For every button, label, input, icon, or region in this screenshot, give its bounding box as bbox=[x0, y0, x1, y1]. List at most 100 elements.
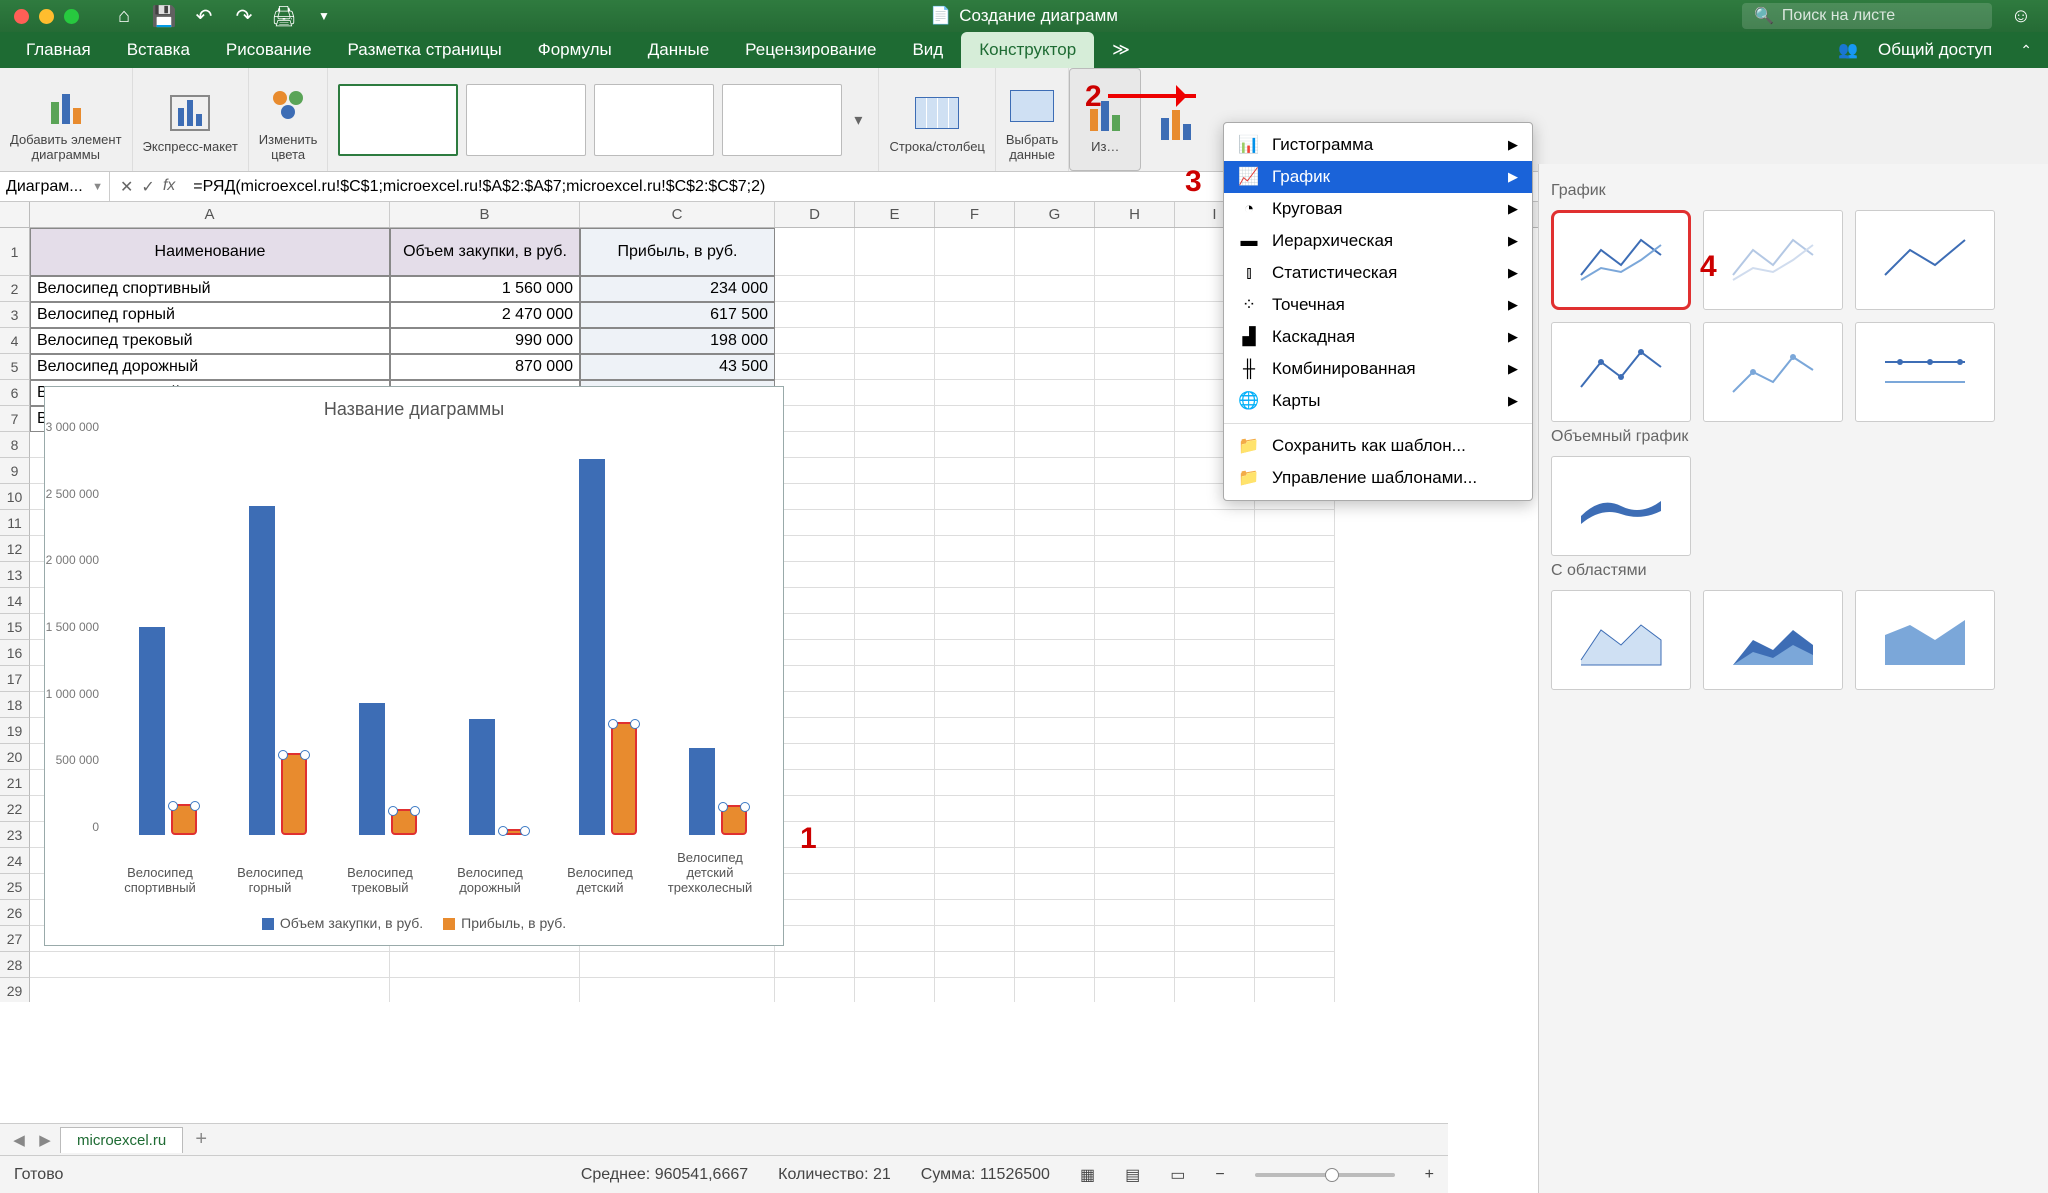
cell[interactable] bbox=[1095, 302, 1175, 328]
chart-subtype-thumb[interactable] bbox=[1855, 210, 1995, 310]
zoom-out-icon[interactable]: − bbox=[1215, 1166, 1224, 1184]
chart-legend[interactable]: Объем закупки, в руб. Прибыль, в руб. bbox=[45, 915, 783, 931]
cell[interactable] bbox=[1015, 458, 1095, 484]
cell[interactable] bbox=[855, 536, 935, 562]
cell[interactable] bbox=[1255, 718, 1335, 744]
tab-insert[interactable]: Вставка bbox=[109, 32, 208, 68]
col-header-d[interactable]: D bbox=[775, 202, 855, 227]
user-icon[interactable]: ☺ bbox=[2010, 5, 2032, 27]
tab-formulas[interactable]: Формулы bbox=[520, 32, 630, 68]
cell[interactable] bbox=[855, 666, 935, 692]
cell[interactable] bbox=[935, 406, 1015, 432]
cell[interactable] bbox=[1015, 874, 1095, 900]
cell[interactable] bbox=[935, 562, 1015, 588]
gallery-more-icon[interactable]: ▾ bbox=[848, 110, 868, 130]
row-header[interactable]: 17 bbox=[0, 666, 30, 692]
cell[interactable] bbox=[935, 354, 1015, 380]
cell[interactable]: Велосипед дорожный bbox=[30, 354, 390, 380]
cell[interactable] bbox=[855, 458, 935, 484]
col-header-g[interactable]: G bbox=[1015, 202, 1095, 227]
cell[interactable] bbox=[1015, 562, 1095, 588]
cell[interactable] bbox=[855, 952, 935, 978]
cell[interactable] bbox=[775, 328, 855, 354]
tab-review[interactable]: Рецензирование bbox=[727, 32, 894, 68]
cell[interactable] bbox=[855, 302, 935, 328]
cell[interactable] bbox=[935, 666, 1015, 692]
cell[interactable] bbox=[1015, 406, 1095, 432]
cell[interactable] bbox=[775, 562, 855, 588]
cell[interactable]: Объем закупки, в руб. bbox=[390, 228, 580, 276]
cell[interactable]: Велосипед трековый bbox=[30, 328, 390, 354]
cell[interactable] bbox=[855, 640, 935, 666]
cell[interactable] bbox=[1015, 328, 1095, 354]
cell[interactable] bbox=[1175, 614, 1255, 640]
cell[interactable] bbox=[1015, 822, 1095, 848]
chart-style-1[interactable] bbox=[338, 84, 458, 156]
cell[interactable] bbox=[855, 354, 935, 380]
row-header[interactable]: 28 bbox=[0, 952, 30, 978]
switch-row-column-button[interactable]: Строка/столбец bbox=[879, 68, 995, 171]
row-header[interactable]: 21 bbox=[0, 770, 30, 796]
cell[interactable] bbox=[855, 228, 935, 276]
tab-data[interactable]: Данные bbox=[630, 32, 727, 68]
cell[interactable] bbox=[855, 614, 935, 640]
cell[interactable] bbox=[775, 536, 855, 562]
cell[interactable] bbox=[1095, 380, 1175, 406]
cell[interactable] bbox=[935, 952, 1015, 978]
cell[interactable] bbox=[935, 302, 1015, 328]
cell[interactable] bbox=[580, 952, 775, 978]
cell[interactable] bbox=[1015, 692, 1095, 718]
cell[interactable] bbox=[855, 796, 935, 822]
cell[interactable] bbox=[30, 978, 390, 1002]
cell[interactable] bbox=[1255, 874, 1335, 900]
cell[interactable] bbox=[855, 978, 935, 1002]
cell[interactable] bbox=[1175, 666, 1255, 692]
cell[interactable] bbox=[775, 770, 855, 796]
menu-item-Гистограмма[interactable]: 📊Гистограмма▶ bbox=[1224, 129, 1532, 161]
cell[interactable] bbox=[1255, 770, 1335, 796]
tab-view[interactable]: Вид bbox=[894, 32, 961, 68]
cell[interactable] bbox=[1255, 926, 1335, 952]
row-header[interactable]: 22 bbox=[0, 796, 30, 822]
cell[interactable] bbox=[1015, 536, 1095, 562]
cell[interactable] bbox=[1015, 510, 1095, 536]
cell[interactable] bbox=[775, 614, 855, 640]
cell[interactable] bbox=[1015, 796, 1095, 822]
row-header[interactable]: 12 bbox=[0, 536, 30, 562]
cell[interactable] bbox=[775, 302, 855, 328]
cell[interactable] bbox=[775, 796, 855, 822]
cell[interactable] bbox=[1175, 588, 1255, 614]
menu-item-Комбинированная[interactable]: ╫Комбинированная▶ bbox=[1224, 353, 1532, 385]
chart-bar-series2[interactable] bbox=[501, 829, 527, 835]
chart-styles-gallery[interactable]: ▾ bbox=[328, 68, 879, 171]
cell[interactable] bbox=[1015, 228, 1095, 276]
cell[interactable] bbox=[1175, 874, 1255, 900]
sheet-nav-prev[interactable]: ◀ bbox=[8, 1131, 30, 1149]
collapse-ribbon-icon[interactable]: ⌃ bbox=[2012, 32, 2040, 68]
cell[interactable] bbox=[935, 926, 1015, 952]
cell[interactable] bbox=[1095, 458, 1175, 484]
cell[interactable] bbox=[1095, 228, 1175, 276]
cell[interactable] bbox=[1095, 276, 1175, 302]
cell[interactable] bbox=[775, 640, 855, 666]
cell[interactable] bbox=[1175, 900, 1255, 926]
row-header[interactable]: 3 bbox=[0, 302, 30, 328]
cell[interactable] bbox=[855, 432, 935, 458]
menu-item-Каскадная[interactable]: ▟Каскадная▶ bbox=[1224, 321, 1532, 353]
cell[interactable] bbox=[1095, 796, 1175, 822]
cell[interactable] bbox=[855, 770, 935, 796]
cell[interactable] bbox=[935, 276, 1015, 302]
minimize-window[interactable] bbox=[39, 9, 54, 24]
row-header[interactable]: 16 bbox=[0, 640, 30, 666]
cell[interactable] bbox=[775, 692, 855, 718]
cell[interactable] bbox=[1015, 978, 1095, 1002]
cell[interactable] bbox=[935, 718, 1015, 744]
row-header[interactable]: 6 bbox=[0, 380, 30, 406]
cell[interactable]: Велосипед горный bbox=[30, 302, 390, 328]
cell[interactable] bbox=[1175, 692, 1255, 718]
view-pagebreak-icon[interactable]: ▭ bbox=[1170, 1165, 1185, 1185]
cancel-formula-icon[interactable]: ✕ bbox=[120, 177, 133, 197]
chart-subtype-thumb[interactable] bbox=[1551, 210, 1691, 310]
tab-pagelayout[interactable]: Разметка страницы bbox=[330, 32, 520, 68]
cell[interactable] bbox=[775, 510, 855, 536]
